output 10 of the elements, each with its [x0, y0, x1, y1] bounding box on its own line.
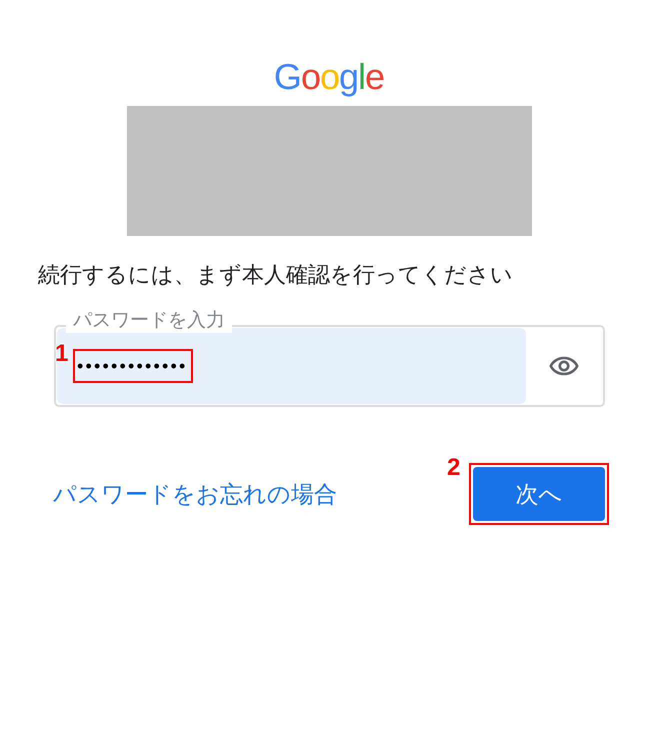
field-label: パスワードを入力: [66, 309, 232, 333]
eye-icon: [549, 356, 579, 376]
password-value: •••••••••••••: [77, 356, 188, 376]
callout-number: 1: [55, 342, 68, 366]
next-button[interactable]: 次へ: [473, 467, 605, 521]
callout-number: 2: [447, 456, 460, 480]
forgot-password-link[interactable]: パスワードをお忘れの場合: [53, 478, 337, 510]
prompt-text: 続行するには、まず本人確認を行ってください: [38, 261, 513, 289]
show-password-button[interactable]: [549, 356, 579, 376]
google-logo: Google: [274, 55, 384, 99]
